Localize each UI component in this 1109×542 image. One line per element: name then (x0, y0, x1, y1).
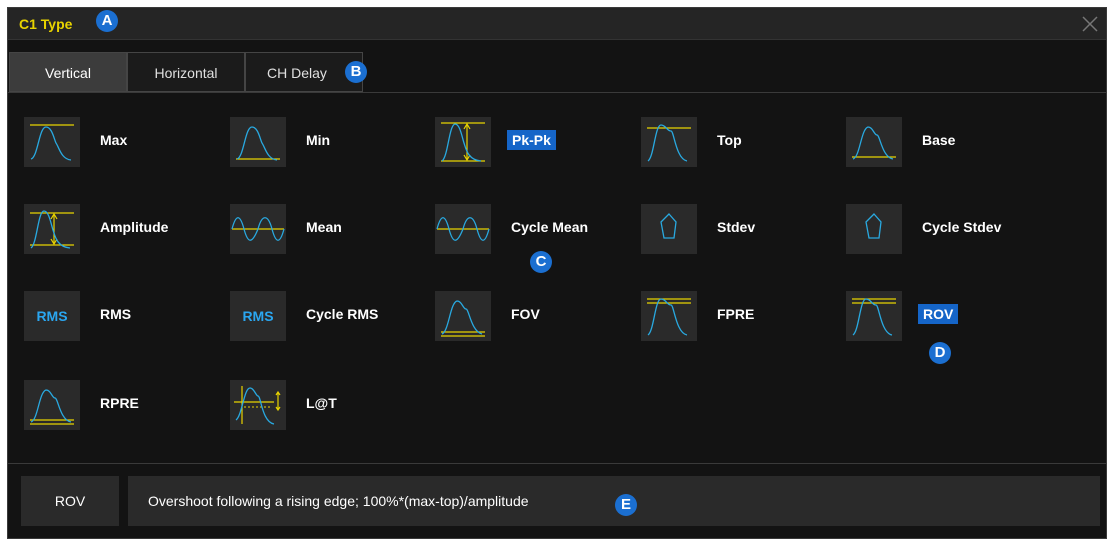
pk-pk-waveform-icon (435, 117, 491, 167)
fpre-waveform-icon (641, 291, 697, 341)
level-at-time-icon (230, 380, 286, 430)
fov-waveform-icon (435, 291, 491, 341)
cycle-mean-waveform-icon (435, 204, 491, 254)
measurement-label: L@T (306, 395, 337, 411)
selected-measurement-name: ROV (21, 476, 119, 526)
amplitude-waveform-icon (24, 204, 80, 254)
rms-icon: RMS (24, 291, 80, 341)
measurement-label: Min (306, 132, 331, 148)
measurement-grid: Max Min Pk-Pk Top Base Amplitude Mean Cy… (8, 92, 1106, 463)
min-waveform-icon (230, 117, 286, 167)
callout-a: A (96, 10, 118, 32)
max-waveform-icon (24, 117, 80, 167)
measurement-label: Cycle Stdev (922, 219, 1002, 235)
callout-e: E (615, 494, 637, 516)
tab-vertical[interactable]: Vertical (9, 52, 127, 92)
tab-bar: Vertical Horizontal CH Delay (8, 52, 1106, 92)
measurement-label: Stdev (717, 219, 756, 235)
stdev-icon (641, 204, 697, 254)
title-bar: C1 Type (8, 8, 1106, 40)
rpre-waveform-icon (24, 380, 80, 430)
close-icon[interactable] (1080, 14, 1100, 34)
measurement-label: Top (717, 132, 742, 148)
description-panel: ROV Overshoot following a rising edge; 1… (8, 463, 1106, 541)
measurement-label: ROV (918, 304, 959, 324)
tab-horizontal[interactable]: Horizontal (127, 52, 245, 92)
measurement-label: Max (100, 132, 128, 148)
callout-d: D (929, 342, 951, 364)
measurement-label: Pk-Pk (507, 130, 556, 150)
measurement-label: RMS (100, 306, 132, 322)
selected-measurement-description: Overshoot following a rising edge; 100%*… (128, 476, 1100, 526)
measurement-label: Base (922, 132, 956, 148)
measurement-label: Mean (306, 219, 342, 235)
measurement-label: FPRE (717, 306, 755, 322)
dialog-title: C1 Type (19, 16, 73, 32)
measurement-label: Cycle Mean (511, 219, 589, 235)
cycle-stdev-icon (846, 204, 902, 254)
measurement-label: FOV (511, 306, 540, 322)
measurement-label: Cycle RMS (306, 306, 379, 322)
cycle-rms-icon: RMS (230, 291, 286, 341)
measurement-label: Amplitude (100, 219, 169, 235)
rov-waveform-icon (846, 291, 902, 341)
callout-b: B (345, 61, 367, 83)
callout-c: C (530, 251, 552, 273)
base-waveform-icon (846, 117, 902, 167)
top-waveform-icon (641, 117, 697, 167)
measurement-label: RPRE (100, 395, 139, 411)
mean-waveform-icon (230, 204, 286, 254)
measurement-type-dialog: C1 Type Vertical Horizontal CH Delay Max… (7, 7, 1107, 539)
